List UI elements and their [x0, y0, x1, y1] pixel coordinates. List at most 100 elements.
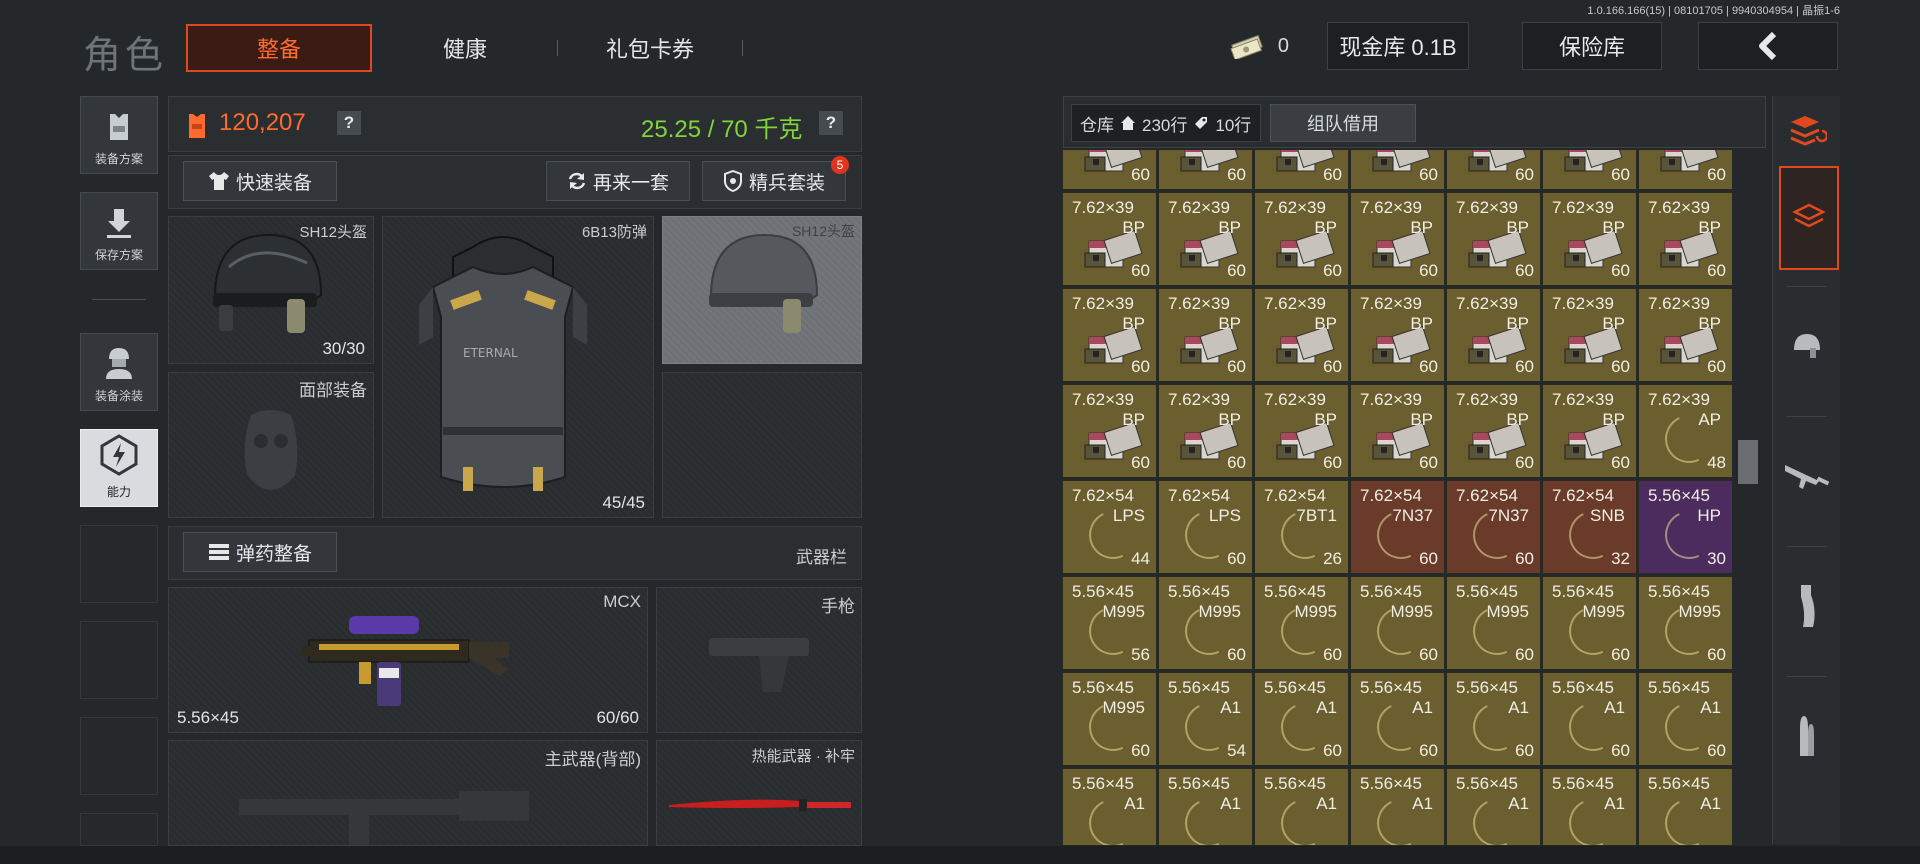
- warehouse-item[interactable]: 5.56×45 HP 30: [1638, 480, 1732, 574]
- warehouse-item[interactable]: 5.56×45 A1 54: [1158, 672, 1253, 766]
- warehouse-item[interactable]: 7.62×39 BP 60: [1158, 384, 1253, 478]
- warehouse-item[interactable]: 5.56×45 A1: [1350, 768, 1445, 845]
- warehouse-item[interactable]: 60: [1158, 150, 1253, 190]
- primary-weapon-slot[interactable]: MCX 5.56×45 60/60: [168, 587, 648, 733]
- warehouse-item[interactable]: 60: [1062, 150, 1157, 190]
- warehouse-item[interactable]: 7.62×39 BP 60: [1254, 384, 1349, 478]
- warehouse-item[interactable]: 5.56×45 M995 60: [1638, 576, 1732, 670]
- warehouse-item[interactable]: 60: [1638, 150, 1732, 190]
- warehouse-item[interactable]: 7.62×39 BP 60: [1254, 192, 1349, 286]
- ammo-caliber: 7.62×39: [1264, 294, 1326, 313]
- warehouse-item[interactable]: 5.56×45 A1 60: [1542, 672, 1637, 766]
- value-help-button[interactable]: ?: [337, 111, 361, 135]
- warehouse-item[interactable]: 7.62×54 7N37 60: [1446, 480, 1541, 574]
- warehouse-item[interactable]: 7.62×39 BP 60: [1254, 288, 1349, 382]
- warehouse-scrollbar[interactable]: [1738, 440, 1758, 484]
- warehouse-item[interactable]: 7.62×39 BP 60: [1542, 192, 1637, 286]
- ammo-count: 60: [1515, 741, 1534, 760]
- warehouse-item[interactable]: 7.62×54 LPS 60: [1158, 480, 1253, 574]
- filter-all-button[interactable]: [1779, 166, 1839, 270]
- warehouse-item[interactable]: 7.62×39 BP 60: [1062, 384, 1157, 478]
- ammo-count: 60: [1515, 261, 1534, 280]
- warehouse-item[interactable]: 7.62×39 BP 60: [1350, 288, 1445, 382]
- tab-health[interactable]: 健康: [400, 24, 530, 72]
- pistol-icon: [709, 638, 809, 692]
- warehouse-item[interactable]: 7.62×39 BP 60: [1542, 384, 1637, 478]
- warehouse-item[interactable]: 5.56×45 A1: [1542, 768, 1637, 845]
- warehouse-item[interactable]: 7.62×54 LPS 44: [1062, 480, 1157, 574]
- filter-rifle-button[interactable]: [1779, 426, 1835, 526]
- warehouse-item[interactable]: 60: [1446, 150, 1541, 190]
- warehouse-item[interactable]: 5.56×45 A1: [1446, 768, 1541, 845]
- warehouse-item[interactable]: 60: [1542, 150, 1637, 190]
- warehouse-item[interactable]: 5.56×45 A1 60: [1254, 672, 1349, 766]
- safe-button[interactable]: 保险库: [1522, 22, 1662, 70]
- warehouse-item[interactable]: 5.56×45 M995 56: [1062, 576, 1157, 670]
- warehouse-item[interactable]: 60: [1350, 150, 1445, 190]
- sidebar-item-loadout-plan[interactable]: 装备方案: [80, 96, 158, 174]
- warehouse-item[interactable]: 7.62×39 BP 60: [1542, 288, 1637, 382]
- sidebar-item-ability[interactable]: 能力: [80, 429, 158, 507]
- ammo-caliber: 7.62×54: [1552, 486, 1614, 505]
- warehouse-item[interactable]: 7.62×54 7BT1 26: [1254, 480, 1349, 574]
- elite-set-button[interactable]: 精兵套装: [702, 161, 846, 201]
- melee-weapon-slot[interactable]: 热能武器 · 补牢: [656, 740, 862, 846]
- warehouse-item[interactable]: 7.62×54 SNB 32: [1542, 480, 1637, 574]
- warehouse-item[interactable]: 7.62×39 BP 60: [1158, 288, 1253, 382]
- warehouse-item[interactable]: 5.56×45 M995 60: [1350, 576, 1445, 670]
- quick-equip-button[interactable]: 快速装备: [183, 161, 337, 201]
- face-gear-slot[interactable]: 面部装备: [168, 372, 374, 518]
- ammo-prep-button[interactable]: 弹药整备: [183, 532, 337, 572]
- filter-helmet-button[interactable]: [1779, 296, 1835, 396]
- warehouse-item[interactable]: 5.56×45 A1 60: [1638, 672, 1732, 766]
- warehouse-item[interactable]: 7.62×39 BP 60: [1158, 192, 1253, 286]
- filter-magazine-button[interactable]: [1779, 556, 1835, 656]
- tab-equip[interactable]: 整备: [186, 24, 372, 72]
- ammo-count: 60: [1227, 261, 1246, 280]
- warehouse-item[interactable]: 5.56×45 A1: [1254, 768, 1349, 845]
- back-button[interactable]: [1698, 22, 1838, 70]
- warehouse-item[interactable]: 5.56×45 A1: [1638, 768, 1732, 845]
- back-weapon-slot[interactable]: 主武器(背部): [168, 740, 648, 846]
- ammo-caliber: 5.56×45: [1168, 678, 1230, 697]
- warehouse-item[interactable]: 7.62×39 BP 60: [1446, 192, 1541, 286]
- helmet-alt-slot[interactable]: SH12头盔: [662, 216, 862, 364]
- warehouse-item[interactable]: 7.62×39 BP 60: [1062, 288, 1157, 382]
- warehouse-item[interactable]: 5.56×45 M995 60: [1062, 672, 1157, 766]
- cash-vault-button[interactable]: 现金库 0.1B: [1327, 22, 1469, 70]
- helmet-slot[interactable]: SH12头盔 30/30: [168, 216, 374, 364]
- warehouse-item[interactable]: 7.62×39 BP 60: [1638, 192, 1732, 286]
- pistol-slot[interactable]: 手枪: [656, 587, 862, 733]
- team-borrow-button[interactable]: 组队借用: [1270, 104, 1416, 142]
- warehouse-item[interactable]: 5.56×45 M995 60: [1446, 576, 1541, 670]
- warehouse-item[interactable]: 60: [1254, 150, 1349, 190]
- warehouse-item[interactable]: 5.56×45 A1: [1062, 768, 1157, 845]
- warehouse-item[interactable]: 5.56×45 A1 60: [1446, 672, 1541, 766]
- again-set-button[interactable]: 再来一套: [546, 161, 690, 201]
- tab-gift-cards[interactable]: 礼包卡券: [580, 24, 720, 72]
- sort-button[interactable]: [1779, 96, 1835, 166]
- warehouse-item[interactable]: 7.62×39 BP 60: [1446, 384, 1541, 478]
- warehouse-item[interactable]: 7.62×39 AP 48: [1638, 384, 1732, 478]
- backpack-icon: [189, 114, 205, 138]
- warehouse-item[interactable]: 5.56×45 M995 60: [1158, 576, 1253, 670]
- warehouse-item[interactable]: 7.62×39 BP 60: [1446, 288, 1541, 382]
- warehouse-item[interactable]: 7.62×39 BP 60: [1350, 192, 1445, 286]
- warehouse-item[interactable]: 5.56×45 M995 60: [1542, 576, 1637, 670]
- empty-gear-slot[interactable]: [662, 372, 862, 518]
- vest-icon: [110, 114, 128, 140]
- warehouse-item[interactable]: 7.62×39 BP 60: [1350, 384, 1445, 478]
- armor-slot[interactable]: 6B13防弹 ETERNAL 45/45: [382, 216, 654, 518]
- warehouse-selector[interactable]: 仓库 230行 10行: [1071, 104, 1261, 142]
- warehouse-item[interactable]: 5.56×45 A1 60: [1350, 672, 1445, 766]
- warehouse-item[interactable]: 7.62×39 BP 60: [1638, 288, 1732, 382]
- warehouse-item[interactable]: 5.56×45 A1: [1158, 768, 1253, 845]
- filter-ammo-button[interactable]: [1779, 686, 1835, 786]
- rifle-icon: [301, 616, 509, 706]
- sidebar-item-skin[interactable]: 装备涂装: [80, 333, 158, 411]
- warehouse-item[interactable]: 7.62×39 BP 60: [1062, 192, 1157, 286]
- warehouse-item[interactable]: 7.62×54 7N37 60: [1350, 480, 1445, 574]
- sidebar-item-save-plan[interactable]: 保存方案: [80, 192, 158, 270]
- weight-help-button[interactable]: ?: [819, 111, 843, 135]
- warehouse-item[interactable]: 5.56×45 M995 60: [1254, 576, 1349, 670]
